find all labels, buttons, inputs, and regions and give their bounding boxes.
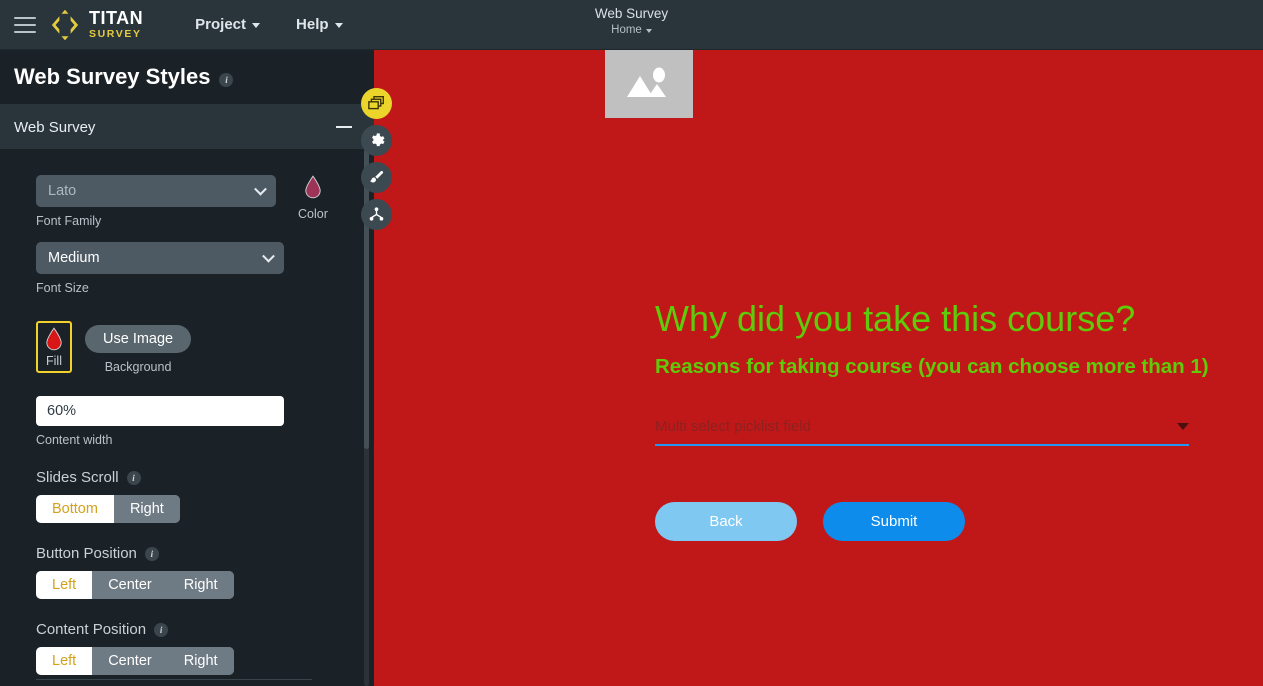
sidebar-title-bar: Web Survey Styles i	[0, 50, 374, 105]
hamburger-line	[14, 16, 36, 19]
breadcrumb-label: Home	[611, 24, 642, 36]
settings-tool-button[interactable]	[361, 125, 392, 156]
info-icon[interactable]: i	[154, 622, 169, 637]
styles-sidebar: Web Survey Styles i Web Survey Lato Font…	[0, 50, 374, 686]
picklist-placeholder: Multi select picklist field	[655, 418, 811, 435]
chevron-down-icon	[262, 249, 275, 263]
node-tree-icon	[369, 207, 384, 221]
multi-select-picklist-field[interactable]: Multi select picklist field	[655, 418, 1189, 446]
content-position-segmented-control: Left Center Right	[36, 647, 234, 675]
background-label: Background	[104, 360, 172, 374]
page-title: Web Survey Styles	[14, 64, 211, 89]
nav-item-project[interactable]: Project	[195, 16, 261, 33]
fill-label: Fill	[46, 354, 62, 368]
button-position-segmented-control: Left Center Right	[36, 571, 234, 599]
nav-item-label: Project	[195, 16, 247, 33]
image-placeholder-icon	[627, 67, 666, 97]
drop-icon	[46, 327, 62, 351]
button-position-option-left[interactable]: Left	[36, 571, 93, 599]
button-position-label: Button Position i	[36, 545, 374, 562]
survey-button-row: Back Submit	[655, 502, 965, 541]
brush-tool-button[interactable]	[361, 162, 392, 193]
font-size-group: Medium Font Size	[36, 242, 374, 295]
nav-item-label: Help	[296, 16, 329, 33]
document-breadcrumb[interactable]: Home	[611, 24, 652, 36]
hamburger-line	[14, 23, 36, 26]
survey-subheading: Reasons for taking course (you can choos…	[655, 355, 1209, 378]
main-nav: Project Help	[195, 16, 343, 33]
font-family-row: Lato Font Family Color	[36, 175, 374, 228]
document-title-block: Web Survey Home	[0, 6, 1263, 36]
chevron-down-icon	[254, 182, 267, 196]
content-position-group: Content Position i Left Center Right	[36, 621, 374, 675]
button-position-label-text: Button Position	[36, 545, 137, 562]
slides-scroll-option-bottom[interactable]: Bottom	[36, 495, 114, 523]
titan-logo-icon	[51, 9, 79, 40]
background-row: Fill Use Image Background	[36, 321, 374, 374]
font-size-value: Medium	[48, 250, 100, 266]
chevron-down-icon	[334, 23, 343, 28]
drop-icon	[305, 175, 321, 199]
accordion-header-web-survey[interactable]: Web Survey	[0, 105, 374, 149]
submit-button[interactable]: Submit	[823, 502, 965, 541]
brand-secondary: SURVEY	[89, 28, 142, 41]
content-position-option-right[interactable]: Right	[167, 647, 234, 675]
button-position-option-center[interactable]: Center	[92, 571, 168, 599]
button-position-group: Button Position i Left Center Right	[36, 545, 374, 599]
canvas-tool-rail	[361, 88, 392, 236]
font-family-value: Lato	[48, 183, 77, 199]
font-size-label: Font Size	[36, 281, 89, 295]
content-width-label: Content width	[36, 433, 113, 447]
info-icon[interactable]: i	[144, 546, 159, 561]
slides-scroll-group: Slides Scroll i Bottom Right	[36, 469, 374, 523]
sidebar-divider	[36, 679, 312, 680]
use-image-group: Use Image Background	[85, 321, 192, 374]
info-icon[interactable]: i	[219, 73, 234, 87]
survey-preview-canvas: Why did you take this course? Reasons fo…	[374, 50, 1263, 686]
top-navigation-bar: TITAN SURVEY Project Help Web Survey Hom…	[0, 0, 1263, 50]
content-position-label-text: Content Position	[36, 621, 147, 638]
nav-item-help[interactable]: Help	[296, 16, 343, 33]
document-title: Web Survey	[594, 6, 669, 21]
titan-logo-text: TITAN SURVEY	[89, 9, 143, 40]
content-position-option-center[interactable]: Center	[92, 647, 168, 675]
duplicate-tool-button[interactable]	[361, 88, 392, 119]
content-width-group: Content width	[36, 396, 374, 447]
minus-icon[interactable]	[336, 126, 352, 128]
brush-icon	[370, 170, 384, 183]
content-width-input[interactable]	[36, 396, 284, 426]
titan-logo[interactable]: TITAN SURVEY	[50, 9, 143, 40]
slides-scroll-label-text: Slides Scroll	[36, 469, 119, 486]
image-placeholder[interactable]	[605, 50, 693, 118]
slides-scroll-option-right[interactable]: Right	[113, 495, 180, 523]
hamburger-menu-icon[interactable]	[14, 16, 36, 33]
button-position-option-right[interactable]: Right	[167, 571, 234, 599]
text-color-picker[interactable]: Color	[298, 175, 328, 221]
accordion-label: Web Survey	[14, 118, 96, 136]
app-root: TITAN SURVEY Project Help Web Survey Hom…	[0, 0, 1263, 686]
info-icon[interactable]: i	[126, 470, 141, 485]
brand-primary: TITAN	[89, 8, 144, 29]
chevron-down-icon	[252, 23, 261, 28]
gear-icon	[372, 133, 385, 147]
caret-down-icon	[1177, 423, 1189, 430]
hamburger-line	[14, 30, 36, 33]
duplicate-icon	[368, 96, 384, 110]
survey-heading: Why did you take this course?	[655, 298, 1136, 339]
node-tree-tool-button[interactable]	[361, 199, 392, 230]
back-button[interactable]: Back	[655, 502, 797, 541]
font-family-label: Font Family	[36, 214, 102, 228]
slides-scroll-label: Slides Scroll i	[36, 469, 374, 486]
styles-panel-body: Lato Font Family Color Medium Font Size …	[0, 149, 374, 686]
slides-scroll-segmented-control: Bottom Right	[36, 495, 180, 523]
use-image-button[interactable]: Use Image	[85, 325, 192, 353]
content-position-label: Content Position i	[36, 621, 374, 638]
color-label: Color	[298, 207, 328, 221]
font-family-select[interactable]: Lato	[36, 175, 276, 207]
chevron-down-icon	[645, 29, 652, 33]
font-family-group: Lato Font Family	[36, 175, 276, 228]
font-size-select[interactable]: Medium	[36, 242, 284, 274]
content-position-option-left[interactable]: Left	[36, 647, 93, 675]
fill-color-picker[interactable]: Fill	[36, 321, 72, 373]
